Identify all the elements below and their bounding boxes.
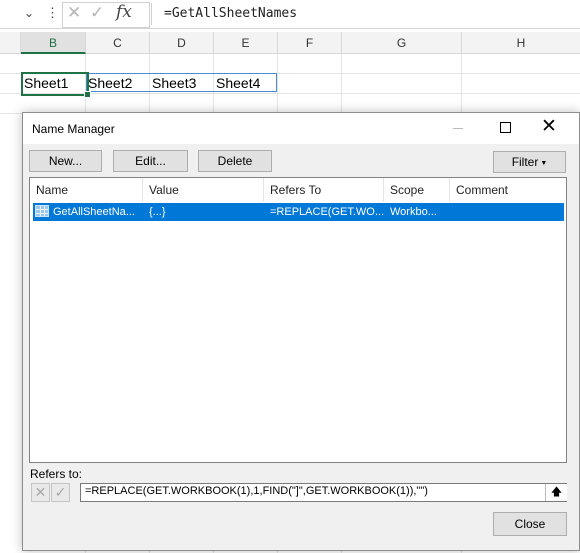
column-header-f[interactable]: F	[278, 32, 342, 54]
minimize-icon[interactable]	[453, 128, 463, 129]
confirm-edit-icon[interactable]: ✓	[51, 483, 70, 502]
filter-dropdown-icon: ▼	[540, 160, 548, 167]
column-header-name[interactable]: Name	[30, 178, 143, 202]
filter-button-label: Filter	[511, 155, 539, 169]
dialog-title: Name Manager	[32, 122, 115, 136]
list-item-value: {...}	[149, 206, 166, 218]
list-item-comment	[456, 203, 556, 221]
close-window-icon[interactable]: ✕	[541, 116, 557, 138]
fill-handle[interactable]	[84, 91, 91, 98]
list-item[interactable]: GetAllSheetNa... {...} =REPLACE(GET.WO..…	[33, 203, 564, 221]
new-name-button[interactable]: New...	[29, 150, 102, 172]
name-manager-dialog: Name Manager ✕ New... Edit... Delete Fil…	[22, 112, 580, 551]
named-range-table-icon	[35, 205, 49, 217]
column-header-d[interactable]: D	[150, 32, 214, 54]
formula-bar-separator	[151, 3, 152, 25]
filter-button[interactable]: Filter ▼	[493, 151, 566, 173]
cell-c3[interactable]: Sheet2	[86, 73, 132, 93]
formula-input[interactable]: =GetAllSheetNames	[164, 6, 297, 21]
column-header-h[interactable]: H	[462, 32, 580, 54]
cancel-edit-icon[interactable]: ✕	[31, 483, 50, 502]
insert-function-icon[interactable]: fx	[116, 2, 132, 22]
select-all-corner[interactable]	[0, 32, 21, 54]
maximize-icon[interactable]	[500, 122, 511, 133]
cell-d3[interactable]: Sheet3	[150, 73, 196, 93]
collapse-dialog-icon[interactable]: 🡅	[545, 484, 567, 501]
cancel-entry-icon[interactable]: ✕	[67, 3, 81, 23]
names-list[interactable]: Name Value Refers To Scope Comment GetAl…	[29, 177, 567, 463]
column-header-b[interactable]: B	[21, 32, 86, 54]
active-cell-border	[21, 72, 89, 96]
column-header-value[interactable]: Value	[143, 178, 264, 202]
list-item-refers-to: =REPLACE(GET.WO...	[270, 206, 384, 218]
list-item-name: GetAllSheetNa...	[53, 206, 135, 218]
column-header-comment[interactable]: Comment	[450, 178, 566, 202]
column-header-g[interactable]: G	[342, 32, 462, 54]
column-header-refers-to[interactable]: Refers To	[264, 178, 384, 202]
refers-to-label: Refers to:	[30, 467, 83, 481]
edit-name-button[interactable]: Edit...	[113, 150, 188, 172]
column-header-scope[interactable]: Scope	[384, 178, 450, 202]
refers-to-value: =REPLACE(GET.WORKBOOK(1),1,FIND("]",GET.…	[85, 485, 428, 497]
name-box-dropdown-icon[interactable]: ⌄	[24, 6, 34, 20]
delete-name-button[interactable]: Delete	[198, 150, 272, 172]
enter-entry-icon[interactable]: ✓	[90, 3, 104, 23]
cell-e3[interactable]: Sheet4	[214, 73, 260, 93]
list-item-scope: Workbo...	[390, 206, 437, 218]
more-options-icon[interactable]: ⋮	[46, 5, 59, 21]
column-header-e[interactable]: E	[214, 32, 278, 54]
column-header-c[interactable]: C	[86, 32, 150, 54]
close-button[interactable]: Close	[493, 512, 567, 536]
